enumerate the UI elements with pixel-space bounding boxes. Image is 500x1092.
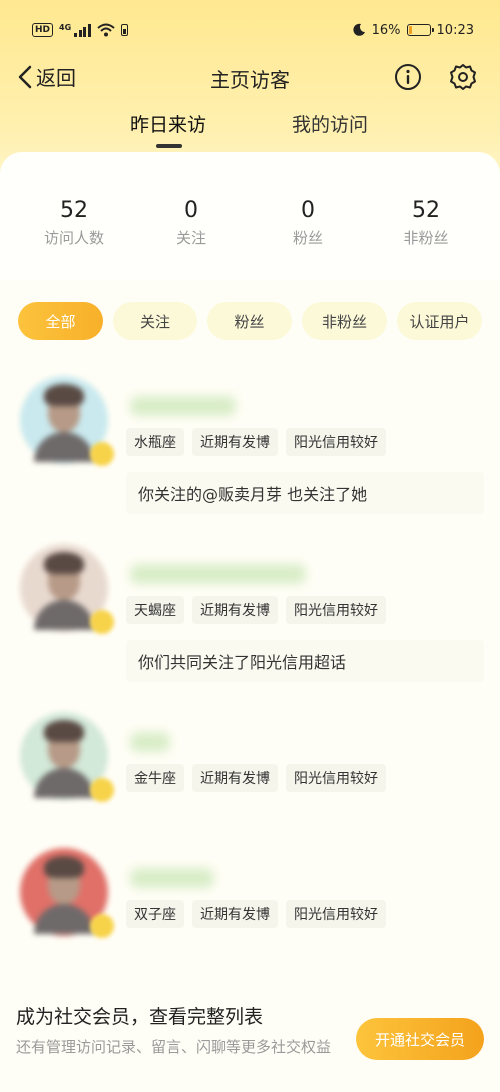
stat-label: 粉丝 bbox=[292, 229, 323, 247]
wifi-icon bbox=[96, 23, 115, 37]
blurred-username bbox=[130, 564, 306, 584]
stats-card: 52 访问人数 0 关注 0 粉丝 52 非粉丝 bbox=[0, 152, 500, 280]
mutual-relation: 你关注的@贩卖月芽 也关注了她 bbox=[126, 472, 484, 514]
tag-recent-post: 近期有发博 bbox=[192, 764, 278, 792]
verified-badge-icon bbox=[90, 778, 114, 802]
filter-non-fans[interactable]: 非粉丝 bbox=[302, 302, 387, 340]
stat-value: 52 bbox=[60, 198, 88, 223]
small-battery-icon bbox=[120, 24, 128, 36]
visitor-list-item[interactable]: 水瓶座 近期有发博 阳光信用较好 你关注的@贩卖月芽 也关注了她 bbox=[0, 376, 500, 516]
page-title: 主页访客 bbox=[210, 67, 290, 92]
stat-value: 0 bbox=[301, 198, 315, 223]
mutual-relation: 你们共同关注了阳光信用超话 bbox=[126, 640, 484, 682]
visitor-list-item[interactable]: 双子座 近期有发博 阳光信用较好 bbox=[0, 848, 500, 948]
status-bar: HD 4G 16% 10:23 bbox=[0, 0, 500, 60]
tag-zodiac: 天蝎座 bbox=[126, 596, 184, 624]
tag-credit: 阳光信用较好 bbox=[286, 900, 386, 928]
open-membership-button[interactable]: 开通社交会员 bbox=[356, 1018, 484, 1060]
hd-icon: HD bbox=[32, 23, 54, 37]
tag-zodiac: 水瓶座 bbox=[126, 428, 184, 456]
visitor-tabs: 昨日来访 我的访问 bbox=[0, 110, 500, 150]
stat-fans[interactable]: 0 粉丝 bbox=[253, 198, 363, 248]
verified-badge-icon bbox=[90, 442, 114, 466]
blurred-username bbox=[130, 868, 214, 888]
mutual-text: 你关注的@贩卖月芽 也关注了她 bbox=[138, 485, 368, 504]
moon-icon bbox=[353, 23, 365, 36]
status-right: 16% 10:23 bbox=[352, 23, 474, 38]
tag-zodiac: 金牛座 bbox=[126, 764, 184, 792]
signal-icon bbox=[74, 23, 91, 37]
stat-value: 52 bbox=[412, 198, 440, 223]
status-left: HD 4G bbox=[32, 23, 128, 37]
stat-label: 访问人数 bbox=[43, 229, 104, 247]
blurred-username bbox=[130, 732, 170, 752]
verified-badge-icon bbox=[90, 610, 114, 634]
stat-visitors[interactable]: 52 访问人数 bbox=[19, 198, 129, 248]
tag-recent-post: 近期有发博 bbox=[192, 900, 278, 928]
nav-header: 返回 主页访客 bbox=[0, 58, 500, 98]
stat-following[interactable]: 0 关注 bbox=[136, 198, 246, 248]
visitor-list-item[interactable]: 天蝎座 近期有发博 阳光信用较好 你们共同关注了阳光信用超话 bbox=[0, 544, 500, 684]
visitor-tags: 双子座 近期有发博 阳光信用较好 bbox=[126, 900, 386, 928]
battery-percent: 16% bbox=[371, 22, 401, 38]
visitor-tags: 水瓶座 近期有发博 阳光信用较好 bbox=[126, 428, 386, 456]
membership-promo: 成为社交会员，查看完整列表 还有管理访问记录、留言、闪聊等更多社交权益 开通社交… bbox=[0, 990, 500, 1092]
tag-credit: 阳光信用较好 bbox=[286, 428, 386, 456]
mutual-text: 你们共同关注了阳光信用超话 bbox=[138, 653, 347, 672]
stat-value: 0 bbox=[184, 198, 198, 223]
tab-indicator bbox=[156, 144, 182, 148]
tab-my-visits[interactable]: 我的访问 bbox=[292, 110, 368, 137]
battery-icon bbox=[406, 24, 434, 36]
visitor-tags: 天蝎座 近期有发博 阳光信用较好 bbox=[126, 596, 386, 624]
tag-recent-post: 近期有发博 bbox=[192, 428, 278, 456]
visitor-tags: 金牛座 近期有发博 阳光信用较好 bbox=[126, 764, 386, 792]
tag-credit: 阳光信用较好 bbox=[286, 764, 386, 792]
stat-label: 非粉丝 bbox=[403, 229, 449, 247]
network-type-label: 4G bbox=[59, 23, 72, 32]
gear-icon[interactable] bbox=[449, 63, 477, 91]
stat-non-fans[interactable]: 52 非粉丝 bbox=[371, 198, 481, 248]
filter-chips: 全部 关注 粉丝 非粉丝 认证用户 bbox=[0, 302, 500, 342]
filter-following[interactable]: 关注 bbox=[113, 302, 197, 340]
promo-subtitle: 还有管理访问记录、留言、闪聊等更多社交权益 bbox=[16, 1038, 332, 1056]
promo-title: 成为社交会员，查看完整列表 bbox=[16, 1006, 264, 1028]
tag-zodiac: 双子座 bbox=[126, 900, 184, 928]
tag-credit: 阳光信用较好 bbox=[286, 596, 386, 624]
verified-badge-icon bbox=[90, 914, 114, 938]
visitor-list-item[interactable]: 金牛座 近期有发博 阳光信用较好 bbox=[0, 712, 500, 812]
filter-fans[interactable]: 粉丝 bbox=[207, 302, 292, 340]
filter-verified[interactable]: 认证用户 bbox=[397, 302, 482, 340]
stat-label: 关注 bbox=[175, 229, 206, 247]
info-icon[interactable] bbox=[394, 63, 422, 91]
tab-yesterday-visits[interactable]: 昨日来访 bbox=[130, 110, 206, 137]
battery-fill bbox=[408, 26, 412, 34]
blurred-username bbox=[130, 396, 236, 416]
clock-time: 10:23 bbox=[436, 22, 474, 38]
filter-all[interactable]: 全部 bbox=[18, 302, 103, 340]
tag-recent-post: 近期有发博 bbox=[192, 596, 278, 624]
